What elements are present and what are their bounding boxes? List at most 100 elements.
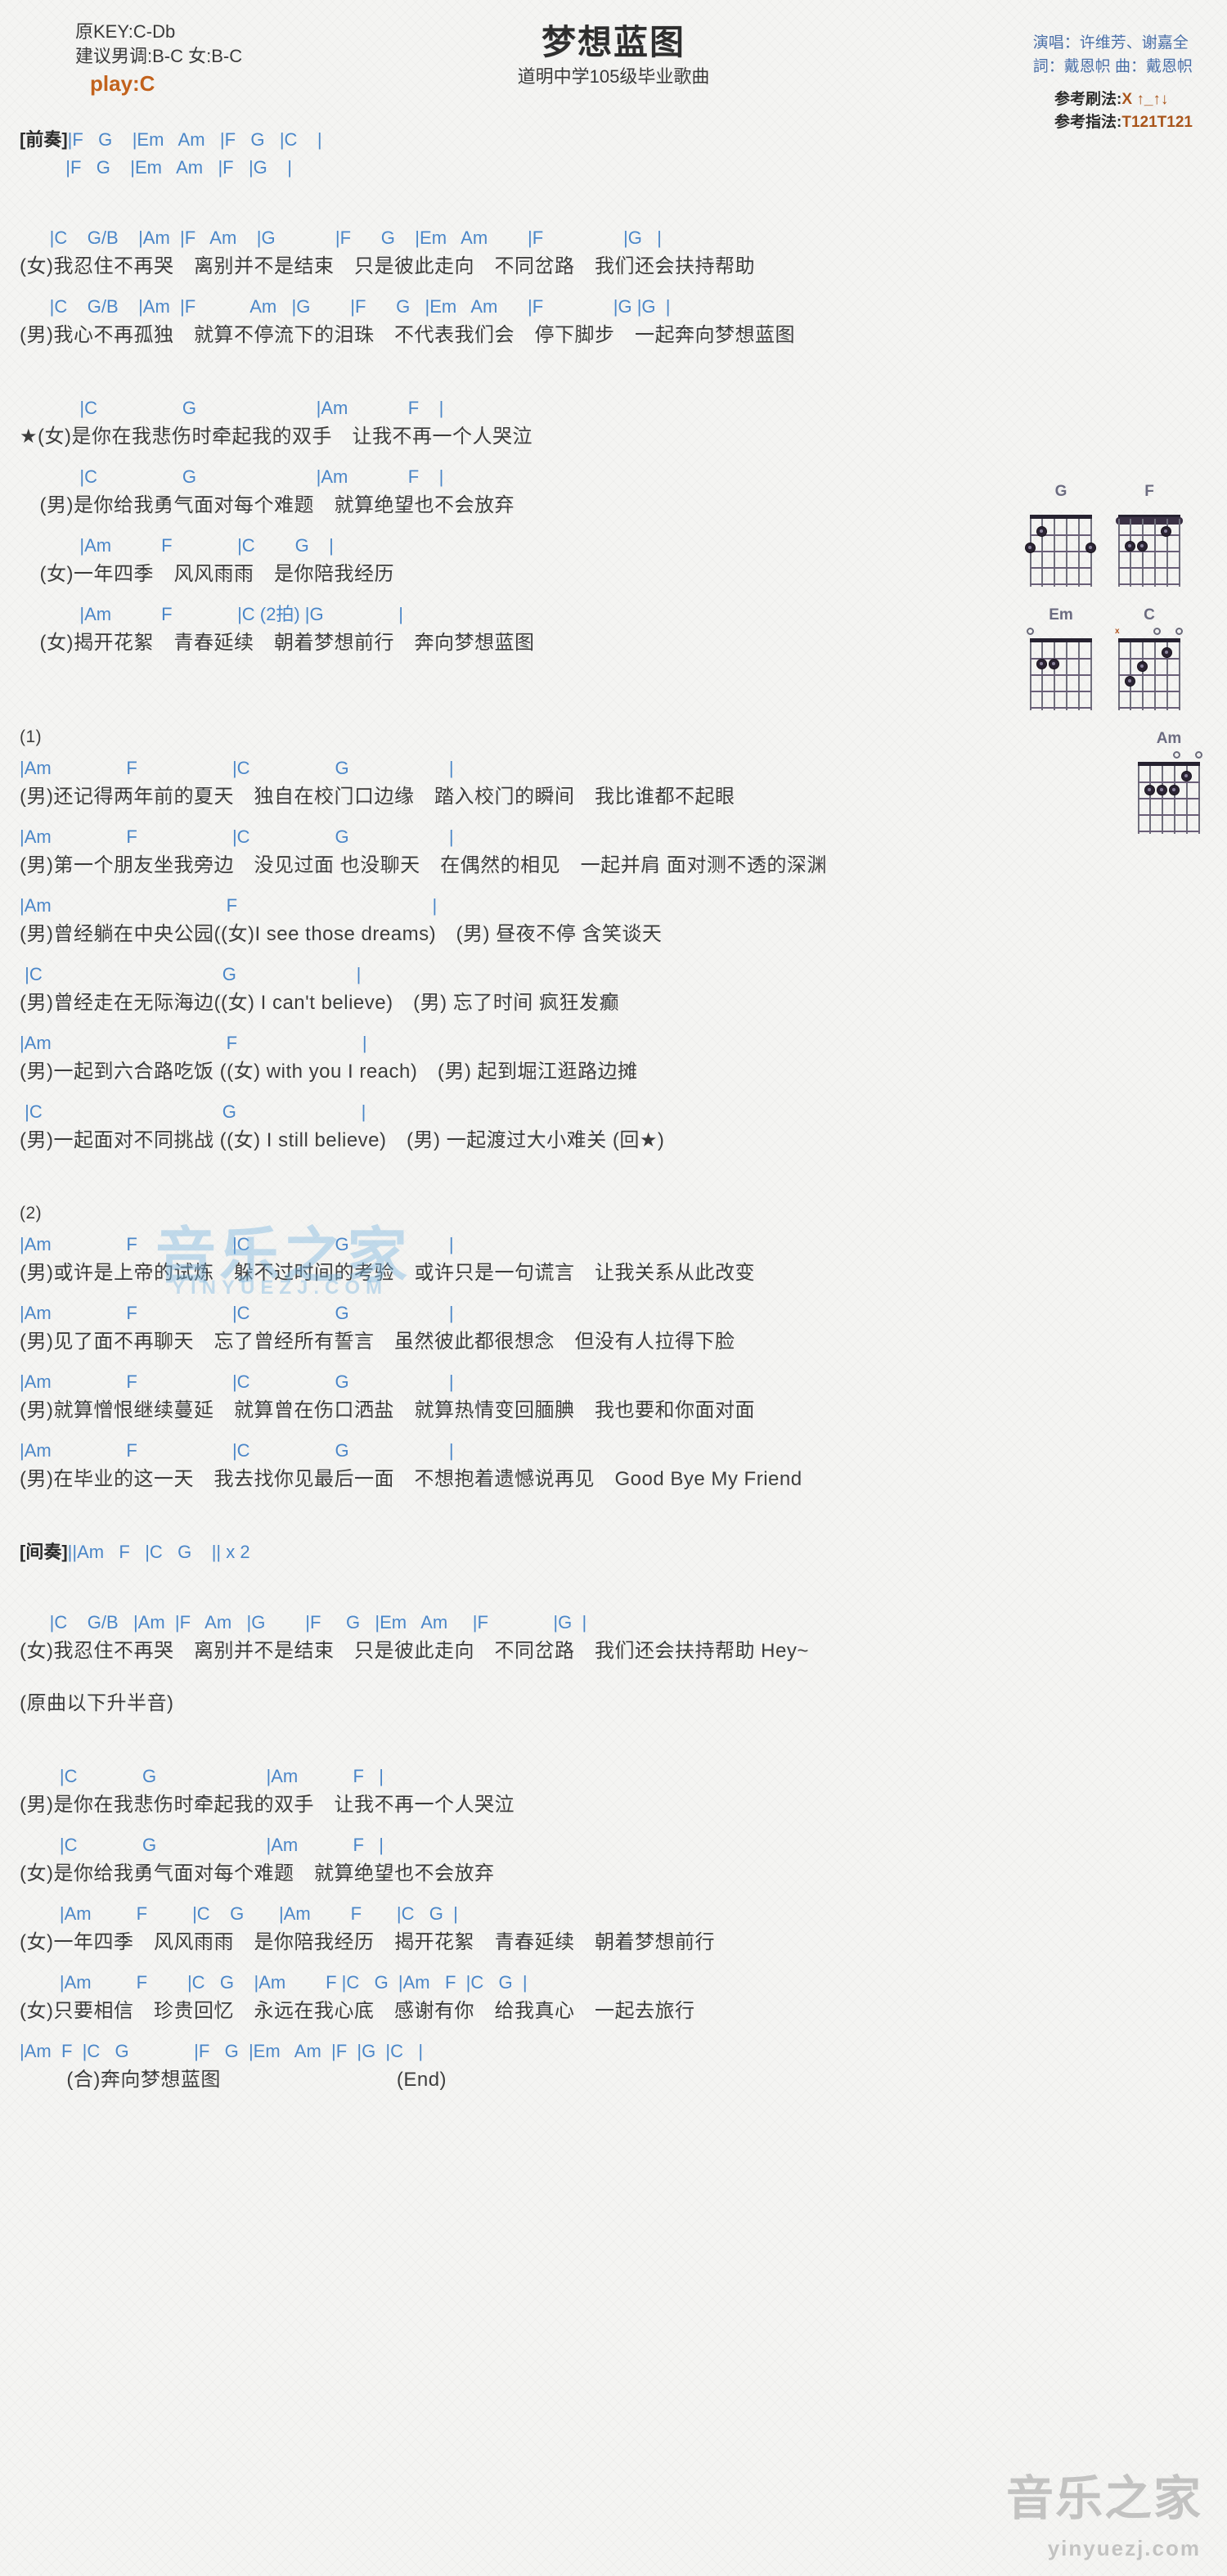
intro-chords-2: |F G |Em Am |F |G | <box>65 157 292 178</box>
credits: 演唱：许维芳、谢嘉全 詞：戴恩帜 曲：戴恩帜 <box>1033 31 1193 79</box>
chord-diagram-label: G <box>1054 483 1067 500</box>
open-string-markers <box>1138 751 1202 762</box>
lyric-row: ★(女)是你在我悲伤时牵起我的双手 让我不再一个人哭泣 <box>20 426 533 448</box>
chord-row: |Am F |C G |F G |Em Am |F |G |C | <box>20 2041 424 2061</box>
chord-diagram-f: F <box>1112 483 1186 587</box>
intro-chords-1: |F G |Em Am |F G |C | <box>67 129 322 150</box>
strum-value: X ↑_↑↓ <box>1121 91 1169 108</box>
strum-label: 参考刷法: <box>1054 91 1122 108</box>
chord-diagram-row: Am <box>1024 730 1212 834</box>
lyric-row: (男)曾经走在无际海边((女) I can't believe) (男) 忘了时… <box>20 992 619 1014</box>
finger-dot <box>1085 543 1096 553</box>
section-verse-2: (2) |Am F |C G | (男)或许是上帝的试炼 躲不过时间的考验 或许… <box>0 1205 1227 1501</box>
lyric-row: (女)我忍住不再哭 离别并不是结束 只是彼此走向 不同岔路 我们还会扶持帮助 <box>20 255 755 277</box>
chord-diagram-label: Am <box>1156 730 1182 747</box>
finger-dot <box>1137 661 1148 672</box>
sheet-header: 原KEY:C-Db 建议男调:B-C 女:B-C play:C 梦想蓝图 道明中… <box>0 0 1227 131</box>
lyric-row: (男)是你在我悲伤时牵起我的双手 让我不再一个人哭泣 <box>20 1794 515 1816</box>
lyric-row: (女)只要相信 珍贵回忆 永远在我心底 感谢有你 给我真心 一起去旅行 <box>20 2000 695 2022</box>
section-verse-a: |C G/B |Am |F Am |G |F G |Em Am |F |G | … <box>0 229 1227 357</box>
sheet-body: [前奏]|F G |Em Am |F G |C | [前奏]|F G |Em A… <box>0 131 1227 2101</box>
finger-label: 参考指法: <box>1054 114 1122 131</box>
transpose-note: (原曲以下升半音) <box>20 1692 174 1714</box>
chord-sheet-page: 原KEY:C-Db 建议男调:B-C 女:B-C play:C 梦想蓝图 道明中… <box>0 0 1227 2576</box>
chord-diagram-g: G <box>1024 483 1098 587</box>
chord-row: |Am F | <box>20 895 438 916</box>
finger-dot <box>1125 541 1135 552</box>
muted-string-x: x <box>1115 627 1120 636</box>
intro-line-2: [前奏]|F G |Em Am |F |G | <box>20 159 1227 187</box>
chord-diagram-c: C x <box>1112 606 1186 710</box>
section-interlude: [间奏]||Am F |C G || x 2 <box>0 1543 1227 1571</box>
lyric-row: (女)我忍住不再哭 离别并不是结束 只是彼此走向 不同岔路 我们还会扶持帮助 H… <box>20 1640 809 1662</box>
chord-diagram-label: F <box>1144 483 1154 500</box>
chord-row: |Am F |C G |Am F |C G |Am F |C G | <box>20 1972 528 1993</box>
chord-diagram-label: Em <box>1049 606 1073 624</box>
chord-row: |Am F |C G | <box>20 1371 454 1392</box>
fretboard-grid <box>1025 515 1096 587</box>
verse-2-label: (2) <box>20 1204 43 1223</box>
lyric-row: (女)是你给我勇气面对每个难题 就算绝望也不会放弃 <box>20 1862 495 1885</box>
finger-dot <box>1162 647 1172 658</box>
intro-label: [前奏] <box>20 129 68 150</box>
writer-line: 詞：戴恩帜 曲：戴恩帜 <box>1032 58 1193 75</box>
lyric-row: (男)第一个朋友坐我旁边 没见过面 也没聊天 在偶然的相见 一起并肩 面对测不透… <box>20 854 827 876</box>
finger-dot <box>1181 771 1192 781</box>
finger-dot <box>1036 526 1047 537</box>
lyric-row: (男)见了面不再聊天 忘了曾经所有誓言 虽然彼此都很想念 但没有人拉得下脸 <box>20 1331 735 1353</box>
intro-line-1: [前奏]|F G |Em Am |F G |C | <box>20 131 1227 159</box>
watermark-bottom-sub: yinyuezj.com <box>1047 2536 1201 2560</box>
lyric-row: (男)就算憎恨继续蔓延 就算曾在伤口洒盐 就算热情变回腼腆 我也要和你面对面 <box>20 1399 755 1421</box>
finger-dot <box>1157 785 1167 795</box>
chord-row: |C G |Am F | <box>20 1835 384 1855</box>
lyric-row: (男)曾经躺在中央公园((女)I see those dreams) (男) 昼… <box>20 923 663 945</box>
section-final-chorus: |C G |Am F | (男)是你在我悲伤时牵起我的双手 让我不再一个人哭泣 … <box>0 1768 1227 2101</box>
chord-diagram-row: G F <box>1024 483 1212 587</box>
chord-row: |Am F |C G | <box>20 1440 454 1461</box>
interlude-row: [间奏]||Am F |C G || x 2 <box>20 1543 1227 1571</box>
strum-pattern: 参考刷法:X ↑_↑↓ <box>1054 88 1193 111</box>
chord-diagram-am: Am <box>1132 730 1206 834</box>
singer-line: 演唱：许维芳、谢嘉全 <box>1032 34 1189 52</box>
chord-diagram-label: C <box>1144 606 1155 624</box>
open-string-markers <box>1030 504 1092 515</box>
open-string-markers: x <box>1115 627 1183 638</box>
lyric-row: (合)奔向梦想蓝图 (End) <box>20 2069 447 2091</box>
finger-dot <box>1025 543 1036 553</box>
chord-row: |C G | <box>20 964 362 984</box>
chord-row: |Am F |C G |Am F |C G | <box>20 1903 458 1924</box>
finger-value: T121T121 <box>1121 114 1193 131</box>
play-reference: 参考刷法:X ↑_↑↓ 参考指法:T121T121 <box>1054 88 1193 134</box>
finger-dot <box>1036 659 1047 669</box>
lyric-row: (男)我心不再孤独 就算不停流下的泪珠 不代表我们会 停下脚步 一起奔向梦想蓝图 <box>20 324 795 346</box>
finger-dot <box>1144 785 1155 795</box>
intro-block: [前奏]|F G |Em Am |F G |C | [前奏]|F G |Em A… <box>0 131 1227 187</box>
finger-dot <box>1049 659 1059 669</box>
chord-row: |Am F |C G | <box>20 1234 454 1254</box>
fretboard-grid <box>1030 638 1092 710</box>
chord-diagram-em: Em <box>1024 606 1098 710</box>
chord-row: |Am F |C G | <box>20 1303 454 1323</box>
finger-dot <box>1161 526 1171 537</box>
lyric-row: (男)一起到六合路吃饭 ((女) with you I reach) (男) 起… <box>20 1061 638 1083</box>
open-string-markers <box>1118 504 1180 515</box>
chord-diagram-panel: G F Em C x Am <box>1024 483 1212 853</box>
lyric-row: (男)或许是上帝的试炼 躲不过时间的考验 或许只是一句谎言 让我关系从此改变 <box>20 1262 755 1284</box>
frets <box>1030 642 1092 710</box>
finger-dot <box>1169 785 1180 795</box>
section-verse-reprise: |C G/B |Am |F Am |G |F G |Em Am |F |G | … <box>0 1614 1227 1725</box>
chord-row: |C G | <box>20 1101 366 1122</box>
finger-dot <box>1125 676 1135 687</box>
chord-row: |C G/B |Am |F Am |G |F G |Em Am |F |G | <box>20 1612 587 1633</box>
lyric-row: (男)一起面对不同挑战 ((女) I still believe) (男) 一起… <box>20 1129 665 1151</box>
fretboard-grid <box>1116 515 1183 587</box>
